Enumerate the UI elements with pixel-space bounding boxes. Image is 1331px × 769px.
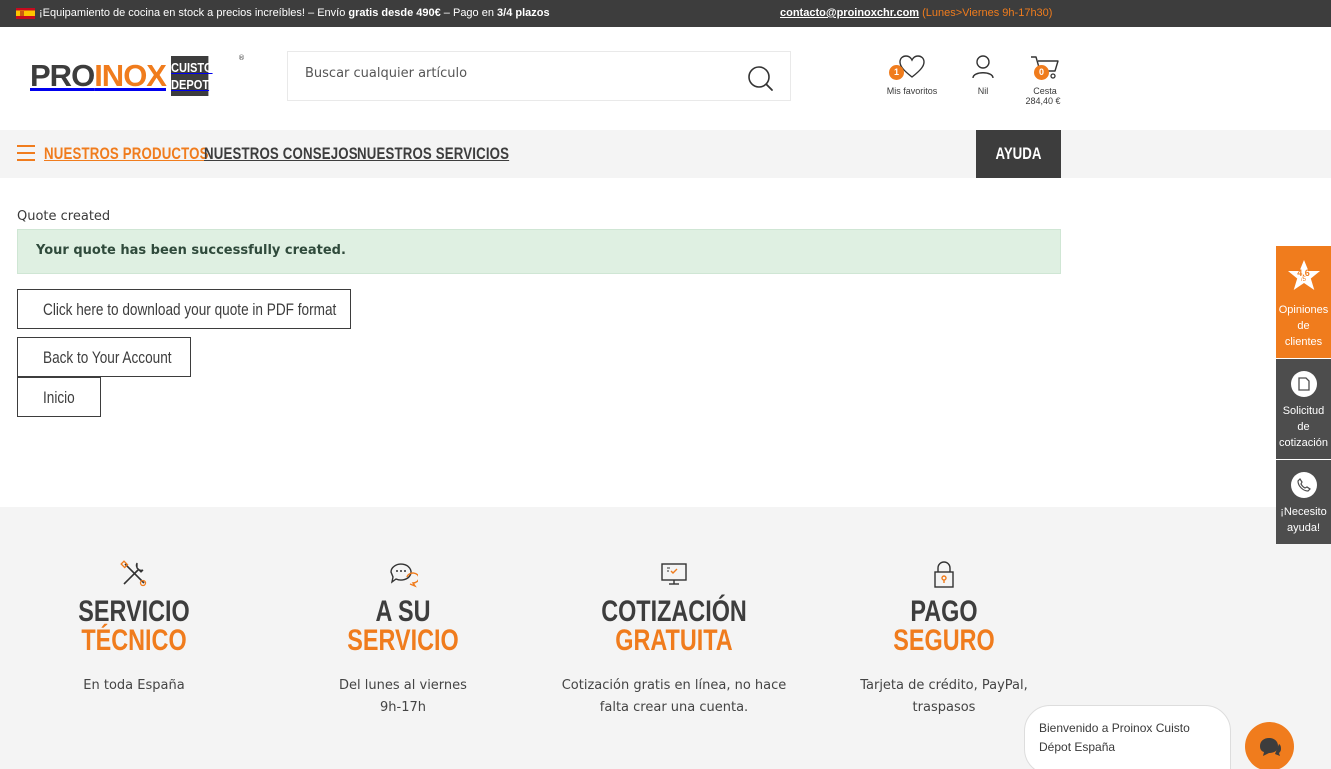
- search-box: [287, 51, 791, 101]
- download-pdf-label: Click here to download your quote in PDF…: [43, 300, 337, 319]
- feature-desc-4: Tarjeta de crédito, PayPal, traspasos: [824, 675, 1064, 719]
- reviews-label-2: de: [1297, 320, 1310, 332]
- quote-label-2: de: [1297, 421, 1310, 433]
- padlock-icon: [934, 561, 954, 588]
- feature-subtitle-3: GRATUITA: [615, 624, 733, 657]
- cart-count-badge: 0: [1034, 65, 1049, 80]
- rating-scale: /5: [1300, 277, 1306, 283]
- nav-help-label: AYUDA: [995, 144, 1042, 163]
- chat-welcome-bubble[interactable]: Bienvenido a Proinox Cuisto Dépot España: [1024, 705, 1231, 769]
- feature-desc-1: En toda España: [14, 675, 254, 697]
- feature-free-quote: COTIZACIÓN GRATUITA Cotización gratis en…: [554, 559, 794, 719]
- feature-desc-2: Del lunes al viernes 9h-17h: [283, 675, 523, 719]
- feature-subtitle-1: TÉCNICO: [81, 624, 187, 657]
- user-icon: [972, 55, 994, 79]
- favorites-label: Mis favoritos: [886, 86, 938, 96]
- feature-subtitle-4: SEGURO: [893, 624, 995, 657]
- logo-inox: INOX: [94, 58, 167, 93]
- promo-text: ¡Equipamiento de cocina en stock a preci…: [16, 7, 550, 19]
- feature-desc-3: Cotización gratis en línea, no hace falta…: [554, 675, 794, 719]
- promo-mid: – Pago en: [440, 7, 498, 19]
- nav-help-button[interactable]: AYUDA: [976, 130, 1061, 178]
- promo-prefix: ¡Equipamiento de cocina en stock a preci…: [39, 7, 349, 19]
- feature-desc-2-line2: 9h-17h: [380, 700, 426, 715]
- success-alert: Your quote has been successfully created…: [17, 229, 1061, 274]
- need-help-widget[interactable]: ¡Necesito ayuda!: [1276, 460, 1331, 544]
- page-title: Quote created: [17, 209, 111, 224]
- download-pdf-button[interactable]: Click here to download your quote in PDF…: [17, 289, 351, 329]
- nav-our-tips[interactable]: NUESTROS CONSEJOS: [204, 144, 358, 164]
- cart-link[interactable]: 0 Cesta 284,40 €: [1025, 54, 1064, 106]
- feature-desc-2-line1: Del lunes al viernes: [339, 678, 467, 693]
- feature-desc-4-line1: Tarjeta de crédito, PayPal,: [860, 678, 1028, 693]
- feature-technical-service: SERVICIO TÉCNICO En toda España: [14, 559, 254, 697]
- cart-label: Cesta: [1033, 86, 1057, 96]
- site-header: PROINOX CUISTO DEPOT ® 1 Mis favoritos N…: [0, 27, 1331, 130]
- feature-desc-3-line2: falta crear una cuenta.: [599, 700, 749, 715]
- feature-title-1: SERVICIO: [78, 595, 190, 628]
- feature-at-your-service: A SU SERVICIO Del lunes al viernes 9h-17h: [283, 559, 523, 719]
- account-label: Nil: [977, 86, 989, 96]
- contact-email-link[interactable]: contacto@proinoxchr.com: [780, 7, 919, 19]
- logo-pro: PRO: [30, 58, 95, 93]
- back-to-account-button[interactable]: Back to Your Account: [17, 337, 191, 377]
- tools-icon: [120, 560, 147, 587]
- search-input[interactable]: [305, 66, 725, 81]
- logo-badge-line1: CUISTO: [170, 60, 213, 75]
- promo-installments: 3/4 plazos: [497, 7, 550, 19]
- nav-our-services[interactable]: NUESTROS SERVICIOS: [357, 144, 509, 164]
- chat-open-button[interactable]: [1245, 722, 1294, 769]
- feature-desc-4-line2: traspasos: [912, 700, 976, 715]
- site-logo[interactable]: PRO INOX CUISTO DEPOT ®: [30, 54, 245, 96]
- favorites-link[interactable]: 1 Mis favoritos: [884, 54, 940, 96]
- logo-badge-line2: DEPOT: [170, 77, 210, 92]
- feature-title-4: PAGO: [910, 595, 978, 628]
- logo-registered-mark: ®: [238, 54, 245, 62]
- home-label: Inicio: [43, 388, 75, 407]
- feature-secure-payment: PAGO SEGURO Tarjeta de crédito, PayPal, t…: [824, 559, 1064, 719]
- home-button[interactable]: Inicio: [17, 377, 101, 417]
- document-icon: [1290, 371, 1317, 397]
- contact-info: contacto@proinoxchr.com (Lunes>Viernes 9h…: [780, 7, 1052, 19]
- account-link[interactable]: Nil: [968, 54, 998, 96]
- cart-total: 284,40 €: [1025, 96, 1061, 106]
- chat-icon: [1259, 737, 1281, 756]
- help-label-2: ayuda!: [1286, 522, 1321, 534]
- search-icon[interactable]: [746, 64, 774, 92]
- feature-desc-1-line1: En toda España: [83, 678, 185, 693]
- reviews-label-3: clientes: [1284, 336, 1323, 348]
- phone-icon: [1290, 472, 1317, 498]
- help-label-1: ¡Necesito: [1280, 506, 1327, 518]
- logo-badge: CUISTO DEPOT: [170, 56, 213, 96]
- quote-request-widget[interactable]: Solicitud de cotización: [1276, 359, 1331, 459]
- feature-desc-3-line1: Cotización gratis en línea, no hace: [561, 678, 787, 693]
- quote-label-3: cotización: [1279, 437, 1328, 449]
- favorites-count-badge: 1: [889, 65, 904, 80]
- main-nav: NUESTROS PRODUCTOS NUESTROS CONSEJOS NUE…: [0, 130, 1331, 178]
- contact-hours: (Lunes>Viernes 9h-17h30): [922, 7, 1053, 19]
- quote-label-1: Solicitud: [1282, 405, 1325, 417]
- feature-subtitle-2: SERVICIO: [347, 624, 459, 657]
- back-to-account-label: Back to Your Account: [43, 348, 172, 367]
- hamburger-menu-icon[interactable]: [17, 145, 35, 161]
- customer-reviews-widget[interactable]: 4.6 /5 Opiniones de clientes: [1276, 246, 1331, 358]
- feature-title-3: COTIZACIÓN: [601, 595, 747, 628]
- reviews-label-1: Opiniones: [1278, 304, 1329, 316]
- feature-title-2: A SU: [375, 595, 431, 628]
- spain-flag-icon: [16, 7, 35, 19]
- chat-bubbles-icon: [390, 563, 420, 588]
- promo-free-shipping: gratis desde 490€: [348, 7, 441, 19]
- monitor-check-icon: [661, 563, 687, 585]
- nav-our-products[interactable]: NUESTROS PRODUCTOS: [44, 144, 209, 164]
- top-promo-bar: ¡Equipamiento de cocina en stock a preci…: [0, 0, 1331, 27]
